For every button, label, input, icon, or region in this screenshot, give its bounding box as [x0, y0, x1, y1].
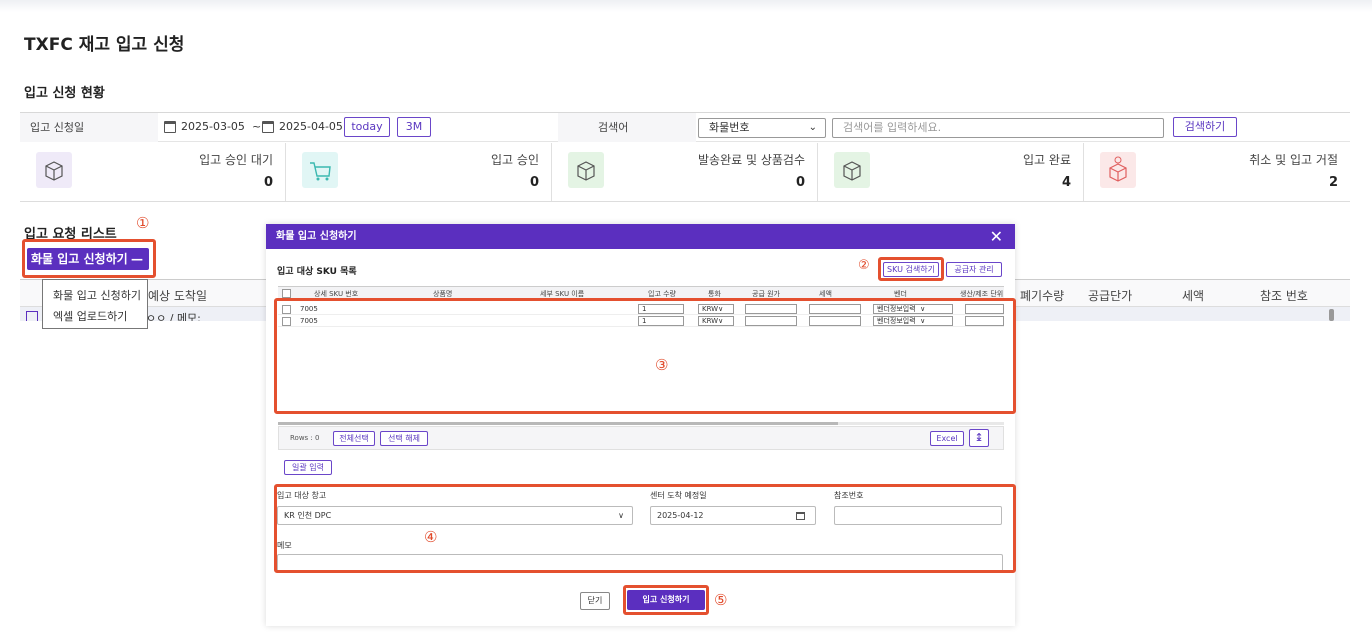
status-card-label: 입고 승인 — [491, 153, 539, 167]
highlight-box-2 — [878, 257, 944, 281]
box-icon — [36, 152, 72, 188]
scrollbar-thumb[interactable] — [278, 422, 838, 425]
excel-button[interactable]: Excel — [930, 431, 964, 446]
status-card[interactable]: 입고 승인 대기 0 — [20, 143, 286, 201]
deselect-button[interactable]: 선택 해제 — [380, 431, 428, 446]
status-card-label: 입고 승인 대기 — [199, 153, 273, 167]
status-card-value: 4 — [1061, 175, 1071, 190]
scrollbar-thumb[interactable] — [1329, 309, 1334, 321]
grid-toolbar: Rows : 0 전체선택 선택 해제 Excel ↨ — [278, 426, 1004, 450]
dropdown-item-excel[interactable]: 엑셀 업로드하기 — [53, 308, 127, 324]
date-separator: ~ — [252, 120, 262, 133]
rows-count: Rows : 0 — [290, 434, 320, 442]
calendar-icon[interactable] — [262, 121, 274, 133]
select-all-button[interactable]: 전체선택 — [333, 431, 375, 446]
close-icon[interactable]: ✕ — [990, 224, 1003, 249]
cargo-request-modal: 화물 입고 신청하기 ✕ 입고 대상 SKU 목록 ② SKU 검색하기 공급자… — [266, 224, 1016, 626]
status-card-value: 2 — [1328, 175, 1338, 190]
resize-icon[interactable]: ↨ — [969, 429, 989, 447]
highlight-box-5 — [623, 585, 709, 615]
3m-button[interactable]: 3M — [397, 117, 431, 137]
status-card-value: 0 — [795, 175, 805, 190]
search-type-value: 화물번호 — [709, 121, 750, 134]
annotation-5: ⑤ — [714, 591, 728, 609]
date-label: 입고 신청일 — [20, 113, 158, 142]
date-from[interactable]: 2025-03-05 — [181, 120, 245, 133]
status-cards: 입고 승인 대기 0 입고 승인 0 발송완료 및 상품검수 0 입고 완료 4 취소 및 입고… — [20, 143, 1350, 202]
dropdown-item-cargo[interactable]: 화물 입고 신청하기 — [53, 287, 141, 303]
supplier-manage-button[interactable]: 공급자 관리 — [946, 262, 1002, 277]
box-icon — [834, 152, 870, 188]
sku-section-title: 입고 대상 SKU 목록 — [277, 267, 357, 277]
status-card-label: 취소 및 입고 거절 — [1249, 153, 1338, 167]
highlight-box-3 — [274, 298, 1016, 414]
annotation-2: ② — [858, 258, 870, 273]
page-title: TXFC 재고 입고 신청 — [24, 35, 185, 55]
search-type-select[interactable]: 화물번호 ⌄ — [698, 118, 826, 138]
column-unit-price: 공급단가 — [1088, 289, 1133, 303]
cancel-box-icon — [1100, 152, 1136, 188]
row-memo: ㅇㅇ / 메모: — [146, 312, 201, 321]
status-section-title: 입고 신청 현황 — [24, 86, 105, 101]
column-reference: 참조 번호 — [1260, 289, 1308, 303]
cart-icon — [302, 152, 338, 188]
close-button[interactable]: 닫기 — [580, 592, 610, 610]
column-tax: 세액 — [1182, 289, 1205, 303]
date-to[interactable]: 2025-04-05 — [279, 120, 343, 133]
highlight-box-1 — [22, 239, 156, 278]
row-checkbox[interactable] — [26, 311, 38, 321]
status-card-label: 입고 완료 — [1023, 153, 1071, 167]
column-disposal: 폐기수량 — [1020, 289, 1065, 303]
request-dropdown-menu: 화물 입고 신청하기 엑셀 업로드하기 — [42, 279, 148, 329]
status-card[interactable]: 발송완료 및 상품검수 0 — [552, 143, 818, 201]
status-card-value: 0 — [263, 175, 273, 190]
modal-header: 화물 입고 신청하기 ✕ — [266, 224, 1015, 249]
annotation-1: ① — [136, 214, 150, 232]
status-card[interactable]: 입고 승인 0 — [286, 143, 552, 201]
status-card[interactable]: 입고 완료 4 — [818, 143, 1084, 201]
highlight-box-4 — [274, 484, 1016, 573]
annotation-3: ③ — [655, 356, 669, 374]
search-input[interactable]: 검색어를 입력하세요. — [832, 118, 1164, 138]
bulk-input-button[interactable]: 일괄 입력 — [284, 460, 332, 475]
search-button[interactable]: 검색하기 — [1173, 117, 1237, 137]
status-card[interactable]: 취소 및 입고 거절 2 — [1084, 143, 1350, 201]
top-bar — [0, 0, 1372, 12]
status-search-row: 입고 신청일 2025-03-05 ~ 2025-04-05 today 3M … — [20, 112, 1350, 142]
grid-scrollbar[interactable] — [278, 422, 1004, 425]
chevron-down-icon: ⌄ — [808, 122, 817, 133]
search-label: 검색어 — [558, 113, 696, 142]
column-arrival: 예상 도착일 — [148, 289, 208, 303]
box-icon — [568, 152, 604, 188]
status-card-label: 발송완료 및 상품검수 — [698, 153, 805, 167]
modal-title: 화물 입고 신청하기 — [276, 231, 357, 242]
select-all-checkbox[interactable] — [282, 289, 291, 298]
today-button[interactable]: today — [344, 117, 390, 137]
calendar-icon[interactable] — [164, 121, 176, 133]
status-card-value: 0 — [529, 175, 539, 190]
